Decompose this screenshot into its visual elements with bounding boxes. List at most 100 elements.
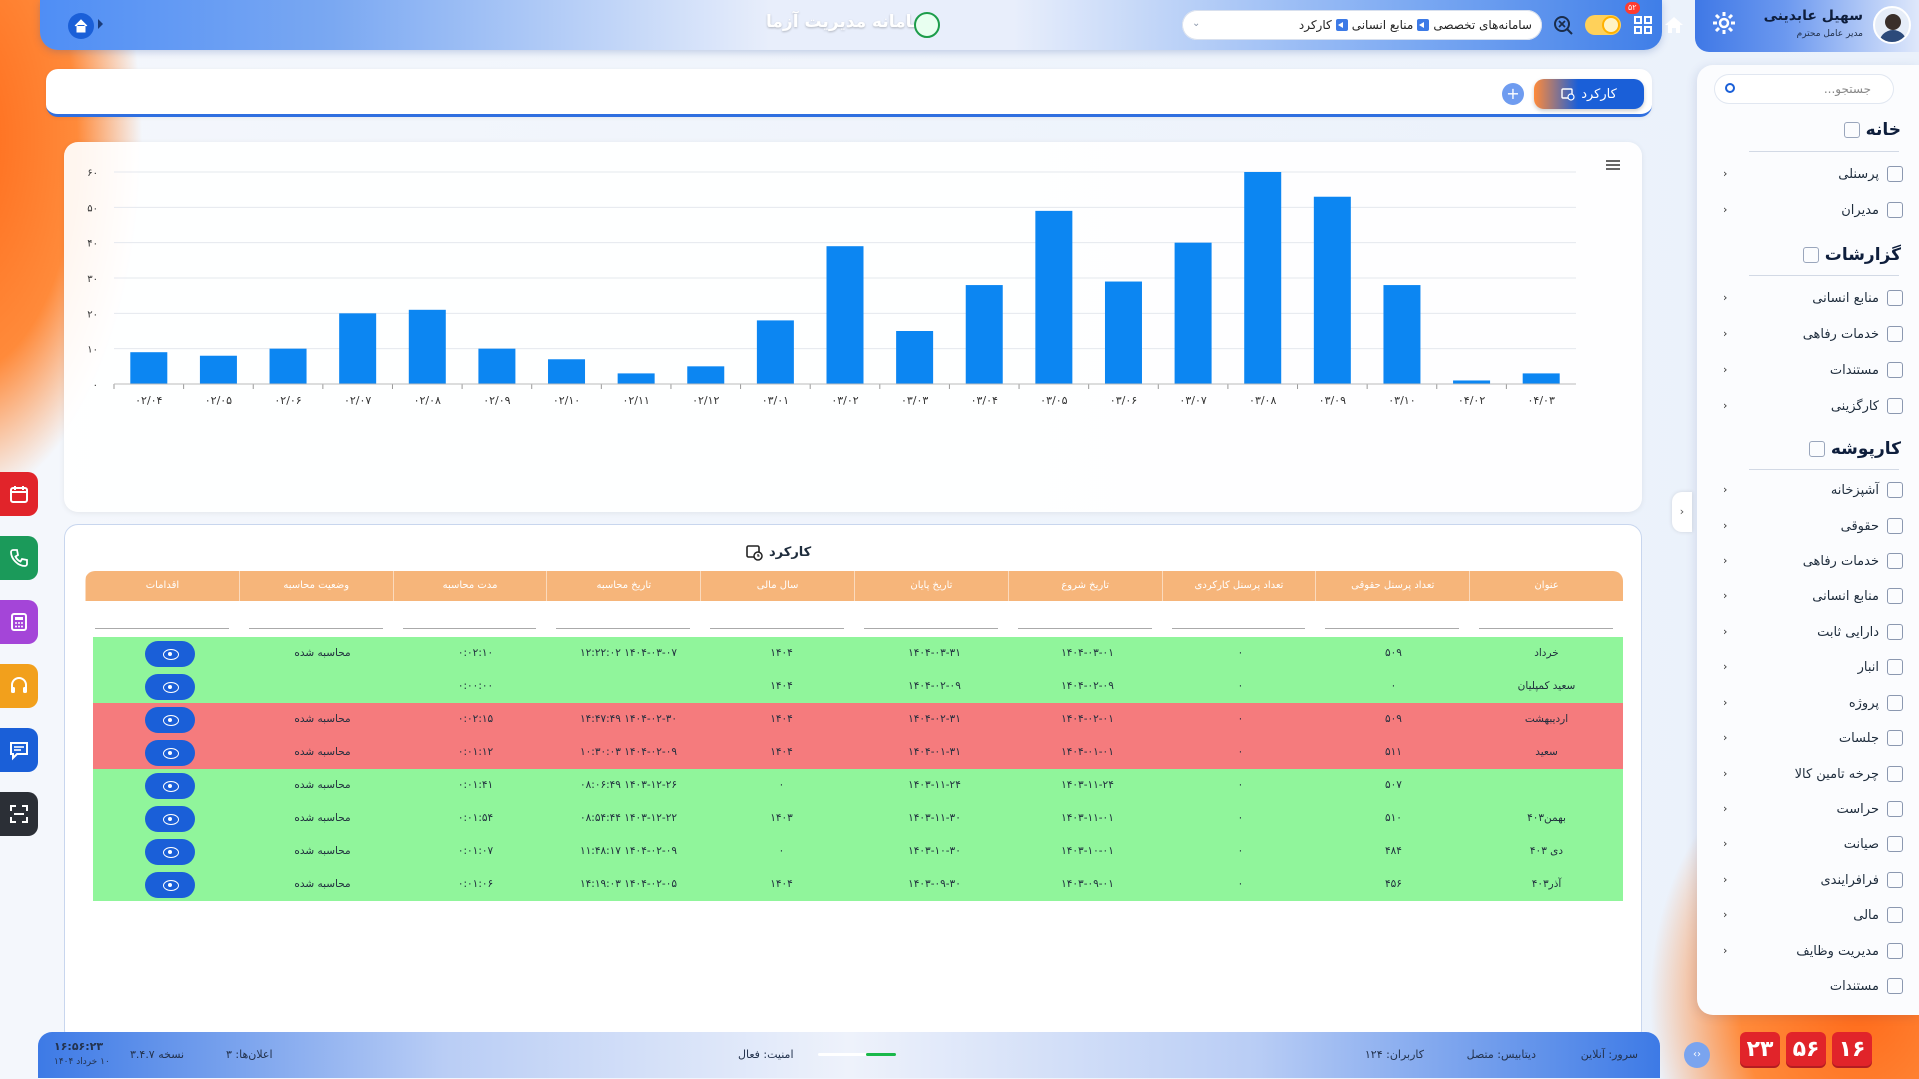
sidebar-item-protection[interactable]: صیانت ‹: [1723, 833, 1903, 855]
filter-input[interactable]: [393, 601, 547, 635]
sidebar-item-staffing-report[interactable]: کارگزینی ‹: [1723, 395, 1903, 417]
table-row[interactable]: ۵۰۷ ۰ ۱۴۰۳-۱۱-۲۴ ۱۴۰۳-۱۱-۲۴ ۰ ۱۴۰۳-۱۲-۲۶ ۰۸:۰…: [93, 769, 1623, 802]
sidebar-item-project[interactable]: پروژه ‹: [1723, 692, 1903, 714]
sidebar-item-fixed-assets[interactable]: دارایی ثابت ‹: [1723, 621, 1903, 643]
home-button[interactable]: [1661, 12, 1687, 38]
sidebar-item-personnel[interactable]: پرسنلی ‹: [1723, 163, 1903, 185]
view-eye-button[interactable]: [144, 640, 195, 667]
table-row[interactable]: آذر۴۰۳ ۴۵۶ ۰ ۱۴۰۳-۰۹-۰۱ ۱۴۰۳-۰۹-۳۰ ۱۴۰۴ ۱۴۰۴-۰…: [93, 868, 1623, 901]
chart-bar[interactable]: [269, 348, 307, 384]
add-tab-button[interactable]: +: [1502, 83, 1524, 105]
filter-input[interactable]: [546, 601, 700, 635]
chart-bar[interactable]: [617, 373, 655, 384]
filter-input[interactable]: [1008, 601, 1162, 635]
filter-input[interactable]: [85, 601, 239, 635]
filter-input[interactable]: [854, 601, 1008, 635]
home-button-left[interactable]: [68, 13, 94, 39]
breadcrumb-item[interactable]: منابع انسانی: [1352, 18, 1414, 32]
chart-bar[interactable]: [1035, 210, 1073, 384]
sidebar-item-finance[interactable]: مالی ‹: [1723, 904, 1903, 926]
chart-menu-icon[interactable]: [1606, 160, 1620, 170]
sidebar-item-legal[interactable]: حقوقی ‹: [1723, 515, 1903, 537]
gear-icon[interactable]: [1711, 10, 1737, 36]
chart-bar[interactable]: [339, 313, 377, 384]
column-header[interactable]: وضعیت محاسبه: [238, 571, 393, 601]
sidebar-collapse-button[interactable]: ›: [1672, 492, 1692, 532]
expand-caret-icon[interactable]: [98, 19, 103, 29]
calculator-app-button[interactable]: [0, 600, 38, 644]
column-header[interactable]: مدت محاسبه: [392, 571, 547, 601]
view-eye-button[interactable]: [144, 838, 195, 865]
sidebar-item-security[interactable]: حراست ‹: [1723, 798, 1903, 820]
sidebar-section-home[interactable]: خانه: [1843, 120, 1901, 140]
column-header[interactable]: تعداد پرسنل کارکردی: [1161, 571, 1316, 601]
breadcrumb-item[interactable]: کارکرد: [1299, 18, 1332, 32]
user-profile[interactable]: سهیل عابدینی مدیر عامل محترم: [1695, 0, 1919, 52]
sidebar-item-welfare-report[interactable]: خدمات رفاهی ‹: [1723, 323, 1903, 345]
apps-button[interactable]: [1630, 12, 1656, 38]
sidebar-item-managers[interactable]: مدیران ‹: [1723, 199, 1903, 221]
close-search-button[interactable]: [1550, 12, 1576, 38]
column-header[interactable]: تاریخ شروع: [1007, 571, 1162, 601]
column-header[interactable]: سال مالی: [700, 571, 854, 601]
table-row[interactable]: دی ۴۰۳ ۴۸۴ ۰ ۱۴۰۳-۱۰-۰۱ ۱۴۰۳-۱۰-۳۰ ۰ ۱۴۰۴-۰۲-۰…: [93, 835, 1623, 868]
sidebar-search-input[interactable]: جستجو...: [1715, 75, 1893, 103]
view-eye-button[interactable]: [144, 739, 195, 766]
breadcrumb-item[interactable]: سامانه‌های تخصصی: [1433, 18, 1532, 32]
table-row[interactable]: سعید ۵۱۱ ۰ ۱۴۰۴-۰۱-۰۱ ۱۴۰۴-۰۱-۳۱ ۱۴۰۴ ۱۴۰۴-۰۲-…: [93, 736, 1623, 769]
sidebar-item-supply-chain[interactable]: چرخه تامین کالا ‹: [1723, 763, 1903, 785]
column-header[interactable]: عنوان: [1469, 571, 1623, 601]
chart-bar[interactable]: [548, 359, 586, 384]
view-eye-button[interactable]: [144, 673, 195, 700]
sidebar-item-hr[interactable]: منابع انسانی ‹: [1723, 585, 1903, 607]
sidebar-section-workspace[interactable]: کارپوشه: [1808, 439, 1901, 459]
sidebar-item-welfare[interactable]: خدمات رفاهی ‹: [1723, 550, 1903, 572]
chart-bar[interactable]: [1244, 172, 1282, 384]
chart-bar[interactable]: [1104, 281, 1142, 384]
chart-bar[interactable]: [1453, 380, 1491, 384]
chart-bar[interactable]: [1522, 373, 1560, 384]
chart-bar[interactable]: [965, 285, 1003, 384]
chart-bar[interactable]: [1383, 285, 1421, 384]
sidebar-item-task-management[interactable]: مدیریت وظایف ‹: [1723, 940, 1903, 962]
filter-input[interactable]: [1469, 601, 1623, 635]
chart-bar[interactable]: [896, 331, 934, 384]
table-row[interactable]: سعید کمپلیان ۰ ۰ ۱۴۰۴-۰۲-۰۹ ۱۴۰۴-۰۲-۰۹ ۱۴۰۴ ۰:…: [93, 670, 1623, 703]
filter-input[interactable]: [1162, 601, 1316, 635]
chart-bar[interactable]: [199, 355, 237, 384]
filter-input[interactable]: [239, 601, 393, 635]
chart-bar[interactable]: [687, 366, 725, 384]
phone-app-button[interactable]: [0, 536, 38, 580]
chart-bar[interactable]: [1313, 196, 1351, 384]
sidebar-item-meetings[interactable]: جلسات ‹: [1723, 727, 1903, 749]
theme-toggle[interactable]: [1585, 15, 1621, 35]
view-eye-button[interactable]: [144, 871, 195, 898]
chart-bar[interactable]: [130, 352, 168, 384]
sidebar-item-warehouse[interactable]: انبار ‹: [1723, 656, 1903, 678]
column-header[interactable]: تاریخ پایان: [854, 571, 1008, 601]
chart-bar[interactable]: [1174, 242, 1212, 384]
column-header[interactable]: تعداد پرسنل حقوقی: [1315, 571, 1469, 601]
sidebar-item-hr-report[interactable]: منابع انسانی ‹: [1723, 287, 1903, 309]
sidebar-item-kitchen[interactable]: آشپزخانه ‹: [1723, 479, 1903, 501]
view-eye-button[interactable]: [144, 772, 195, 799]
sidebar-item-meta-process[interactable]: فرافرایندی ‹: [1723, 869, 1903, 891]
chart-bar[interactable]: [826, 246, 864, 384]
view-eye-button[interactable]: [144, 805, 195, 832]
sidebar-item-documents-report[interactable]: مستندات ‹: [1723, 359, 1903, 381]
screenshot-app-button[interactable]: [0, 792, 38, 836]
clock-toggle-button[interactable]: ‹›: [1684, 1042, 1710, 1068]
chart-bar[interactable]: [408, 309, 446, 384]
chart-bar[interactable]: [756, 320, 794, 384]
chevron-down-icon[interactable]: ⌄: [1192, 18, 1200, 29]
table-row[interactable]: اردیبهشت ۵۰۹ ۰ ۱۴۰۴-۰۲-۰۱ ۱۴۰۴-۰۲-۳۱ ۱۴۰۴ ۱۴۰۴…: [93, 703, 1623, 736]
messages-app-button[interactable]: [0, 728, 38, 772]
support-app-button[interactable]: [0, 664, 38, 708]
filter-input[interactable]: [700, 601, 854, 635]
sidebar-section-reports[interactable]: گزارشات: [1802, 245, 1901, 265]
table-row[interactable]: بهمن۴۰۳ ۵۱۰ ۰ ۱۴۰۳-۱۱-۰۱ ۱۴۰۳-۱۱-۳۰ ۱۴۰۳ ۱۴۰۳-…: [93, 802, 1623, 835]
sidebar-item-documents[interactable]: مستندات: [1723, 975, 1903, 997]
table-row[interactable]: خرداد ۵۰۹ ۰ ۱۴۰۴-۰۳-۰۱ ۱۴۰۴-۰۳-۳۱ ۱۴۰۴ ۱۴۰۴-۰۳…: [93, 637, 1623, 670]
chart-bar[interactable]: [478, 348, 516, 384]
calendar-app-button[interactable]: [0, 472, 38, 516]
